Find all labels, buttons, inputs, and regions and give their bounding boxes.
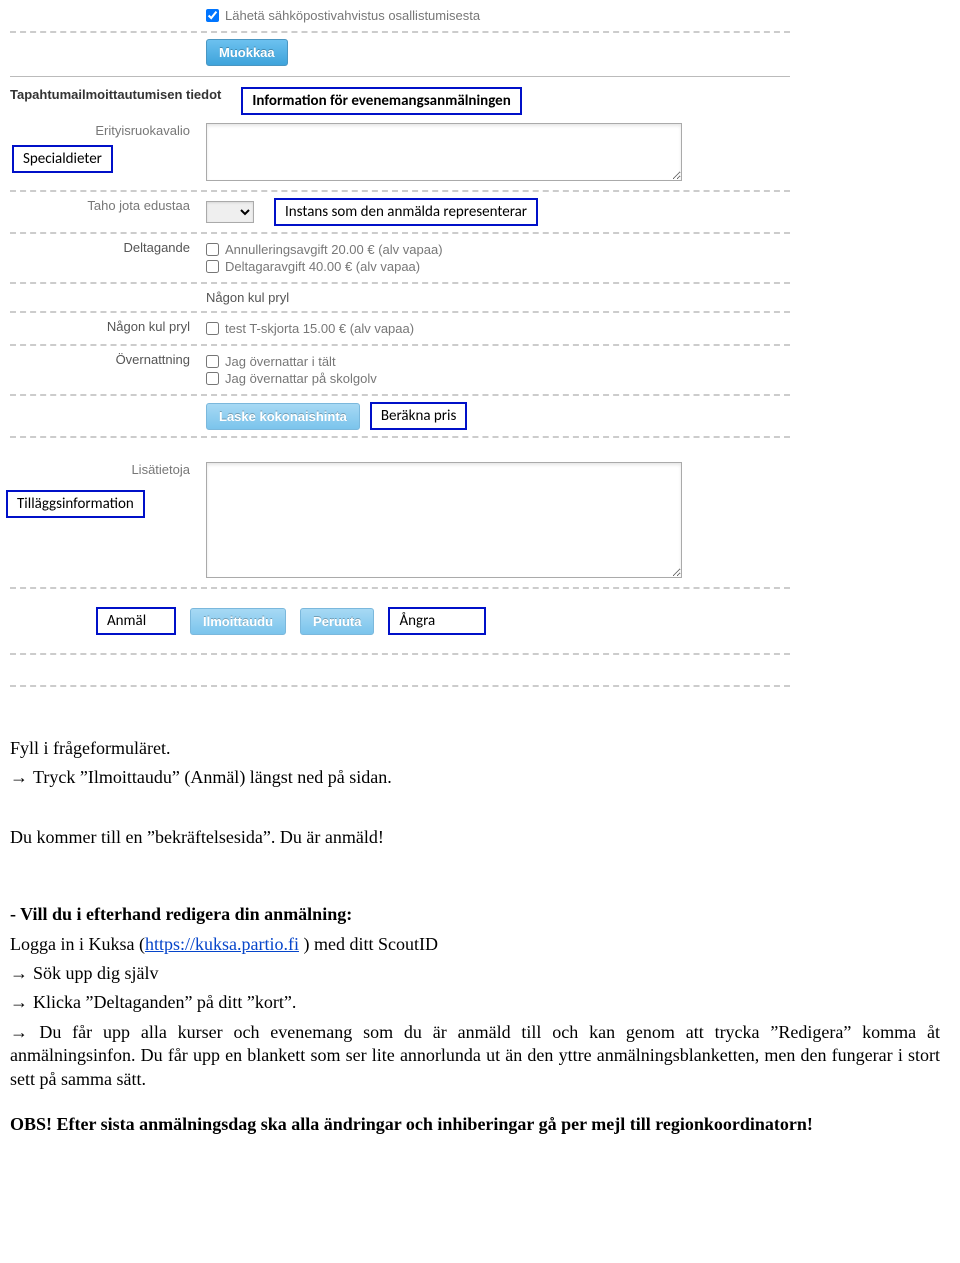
calculate-price-button[interactable]: Laske kokonaishinta — [206, 403, 360, 430]
section-title-text: Tapahtumailmoittautumisen tiedot — [10, 87, 221, 102]
p-obs: OBS! Efter sista anmälningsdag ska alla … — [10, 1113, 940, 1136]
p-click-deltaganden: Klicka ”Deltaganden” på ditt ”kort”. — [10, 991, 940, 1014]
form-area: Lähetä sähköpostivahvistus osallistumise… — [10, 0, 790, 687]
overnight-label: Övernattning — [116, 352, 190, 367]
participant-fee-label: Deltagaravgift 40.00 € (alv vapaa) — [225, 259, 420, 274]
additional-info-label: Lisätietoja — [131, 462, 190, 477]
pryl-label: Någon kul pryl — [107, 319, 190, 334]
callout-event-info: Information för evenemangsanmälningen — [241, 87, 521, 115]
instructions-text: Fyll i frågeformuläret. Tryck ”Ilmoittau… — [10, 737, 940, 1136]
row-submit: Anmäl Ilmoittaudu Peruuta Ångra — [10, 587, 790, 653]
kuksa-link[interactable]: https://kuksa.partio.fi — [145, 934, 299, 954]
email-confirm-label: Lähetä sähköpostivahvistus osallistumise… — [225, 8, 480, 23]
cancel-fee-checkbox[interactable] — [206, 243, 219, 256]
tshirt-label: test T-skjorta 15.00 € (alv vapaa) — [225, 321, 414, 336]
row-diet: Erityisruokavalio Specialdieter — [10, 121, 790, 190]
edit-button[interactable]: Muokkaa — [206, 39, 288, 66]
p-press-submit: Tryck ”Ilmoittaudu” (Anmäl) längst ned p… — [10, 766, 940, 789]
email-confirm-checkbox[interactable] — [206, 9, 219, 22]
additional-info-textarea[interactable] — [206, 462, 682, 578]
diet-label: Erityisruokavalio — [95, 123, 190, 138]
tshirt-checkbox[interactable] — [206, 322, 219, 335]
callout-additional-info: Tilläggsinformation — [6, 490, 145, 518]
tent-checkbox[interactable] — [206, 355, 219, 368]
diet-textarea[interactable] — [206, 123, 682, 181]
cancel-fee-label: Annulleringsavgift 20.00 € (alv vapaa) — [225, 242, 443, 257]
row-overnight: Övernattning Jag övernattar i tält Jag ö… — [10, 344, 790, 394]
row-calculate: Laske kokonaishinta Beräkna pris — [10, 394, 790, 436]
p-edit-instructions: → Du får upp alla kurser och evenemang s… — [10, 1021, 940, 1091]
row-edit-button: Muokkaa — [10, 31, 790, 72]
tent-label: Jag övernattar i tält — [225, 354, 336, 369]
section-event-info: Tapahtumailmoittautumisen tiedot Informa… — [10, 81, 790, 121]
callout-calculate: Beräkna pris — [370, 402, 467, 430]
callout-diet: Specialdieter — [12, 145, 113, 173]
row-pryl: Någon kul pryl test T-skjorta 15.00 € (a… — [10, 311, 790, 344]
floor-label: Jag övernattar på skolgolv — [225, 371, 377, 386]
p-search-self: Sök upp dig själv — [10, 962, 940, 985]
row-participation: Deltagande Annulleringsavgift 20.00 € (a… — [10, 232, 790, 282]
pryl-header-text: Någon kul pryl — [206, 290, 289, 305]
callout-angra: Ångra — [388, 607, 486, 635]
participant-fee-checkbox[interactable] — [206, 260, 219, 273]
p-confirmation: Du kommer till en ”bekräftelsesida”. Du … — [10, 826, 940, 849]
h-edit-later: - Vill du i efterhand redigera din anmäl… — [10, 903, 940, 926]
represent-label: Taho jota edustaa — [87, 198, 190, 213]
p-fill-form: Fyll i frågeformuläret. — [10, 737, 940, 760]
submit-button[interactable]: Ilmoittaudu — [190, 608, 286, 635]
row-additional-info: Lisätietoja Tilläggsinformation — [10, 456, 790, 587]
p-login: Logga in i Kuksa (https://kuksa.partio.f… — [10, 933, 940, 956]
row-email-confirm: Lähetä sähköpostivahvistus osallistumise… — [10, 0, 790, 31]
represent-select[interactable] — [206, 201, 254, 223]
callout-represent: Instans som den anmälda representerar — [274, 198, 538, 226]
participation-label: Deltagande — [124, 240, 191, 255]
cancel-button[interactable]: Peruuta — [300, 608, 374, 635]
floor-checkbox[interactable] — [206, 372, 219, 385]
callout-anmal: Anmäl — [96, 607, 176, 635]
row-pryl-header: Någon kul pryl — [10, 282, 790, 311]
row-represent: Taho jota edustaa Instans som den anmäld… — [10, 190, 790, 232]
